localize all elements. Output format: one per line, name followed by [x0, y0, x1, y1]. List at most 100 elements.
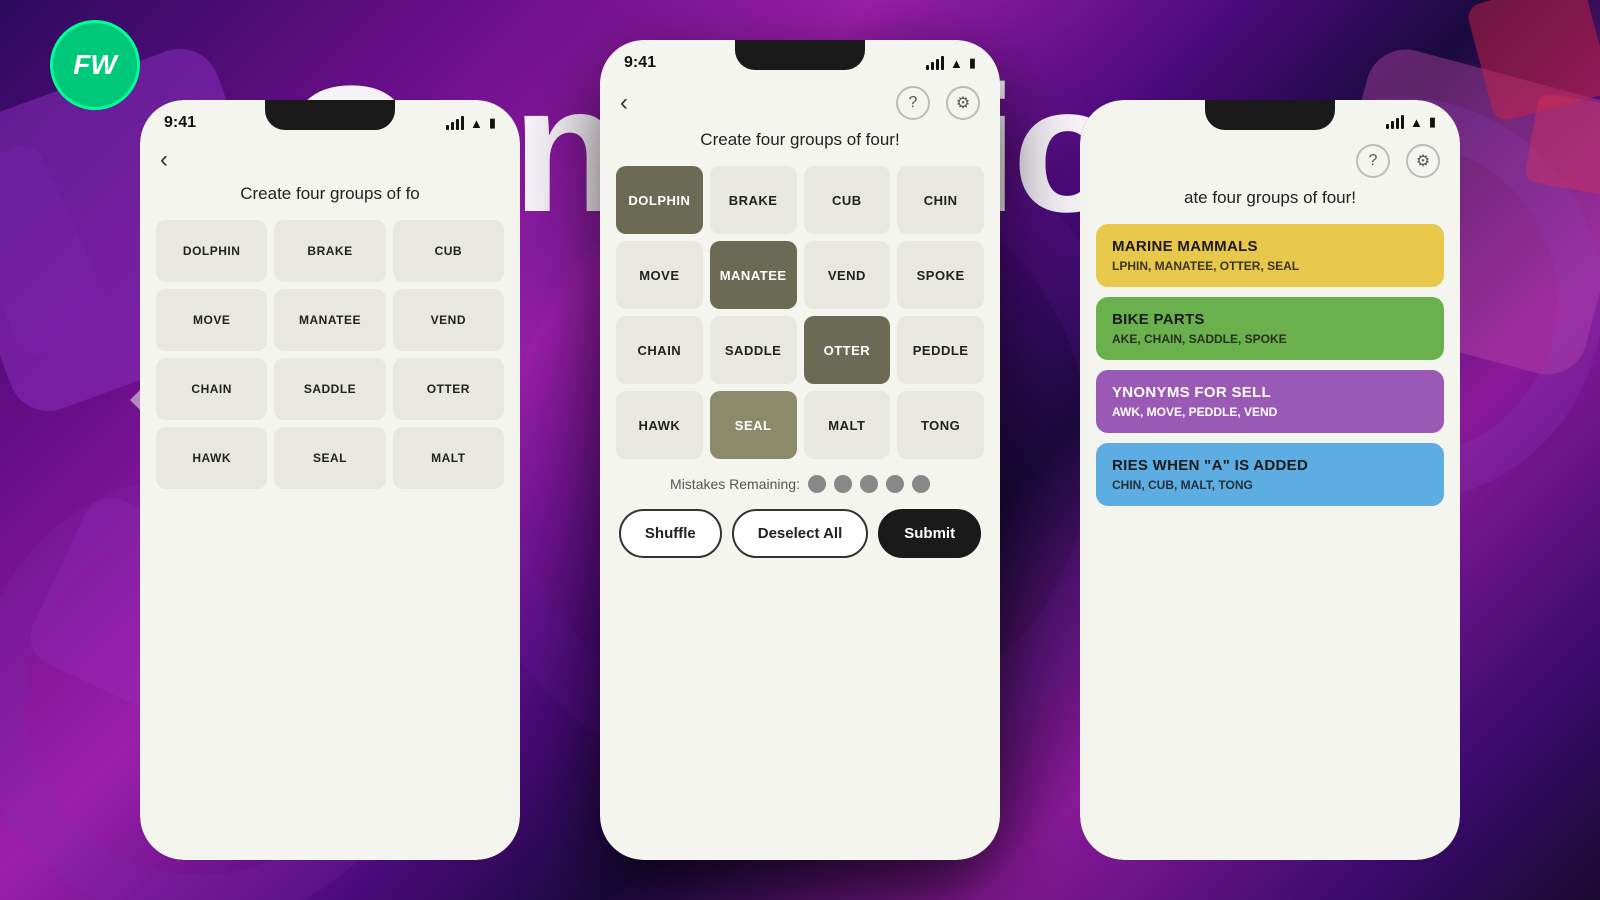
- synonyms-sell-title: YNONYMS FOR SELL: [1112, 384, 1428, 401]
- cries-a-words: CHIN, CUB, MALT, TONG: [1112, 478, 1428, 492]
- left-tile-manatee[interactable]: MANATEE: [274, 289, 385, 351]
- left-wifi-icon: ▲: [470, 116, 483, 131]
- center-phone-screen: 9:41 ▲ ▮ ‹ ? ⚙ Create four groups of: [600, 40, 1000, 860]
- tile-dolphin[interactable]: DOLPHIN: [616, 166, 703, 234]
- marine-mammals-words: LPHIN, MANATEE, OTTER, SEAL: [1112, 259, 1428, 273]
- mistake-dot-5: [912, 475, 930, 493]
- tile-tong[interactable]: TONG: [897, 391, 984, 459]
- tile-seal[interactable]: SEAL: [710, 391, 797, 459]
- right-status-icons: ▲ ▮: [1386, 114, 1436, 130]
- phone-right: ▲ ▮ ? ⚙ ate four groups of four! MARINE …: [1080, 100, 1460, 860]
- center-signal-1: [926, 65, 929, 70]
- tile-chin[interactable]: CHIN: [897, 166, 984, 234]
- result-marine-mammals: MARINE MAMMALS LPHIN, MANATEE, OTTER, SE…: [1096, 224, 1444, 287]
- mistake-dot-2: [834, 475, 852, 493]
- deselect-button[interactable]: Deselect All: [732, 509, 869, 558]
- bike-parts-title: BIKE PARTS: [1112, 311, 1428, 328]
- result-bike-parts: BIKE PARTS AKE, CHAIN, SADDLE, SPOKE: [1096, 297, 1444, 360]
- left-status-icons: ▲ ▮: [446, 115, 496, 131]
- mistake-dot-1: [808, 475, 826, 493]
- left-tile-seal[interactable]: SEAL: [274, 427, 385, 489]
- signal-bar-1: [446, 125, 449, 130]
- tile-brake[interactable]: BRAKE: [710, 166, 797, 234]
- center-signal-4: [941, 56, 944, 70]
- shuffle-button[interactable]: Shuffle: [619, 509, 722, 558]
- left-signal: [446, 116, 464, 130]
- right-notch: [1205, 100, 1335, 130]
- signal-bar-3: [456, 119, 459, 130]
- mistake-dot-3: [860, 475, 878, 493]
- right-battery-icon: ▮: [1429, 114, 1436, 130]
- fw-logo: FW: [50, 20, 140, 110]
- left-tile-saddle[interactable]: SADDLE: [274, 358, 385, 420]
- left-tile-otter[interactable]: OTTER: [393, 358, 504, 420]
- signal-bar-2: [451, 122, 454, 130]
- right-settings-button[interactable]: ⚙: [1406, 144, 1440, 178]
- left-tile-dolphin[interactable]: DOLPHIN: [156, 220, 267, 282]
- result-cries-a-added: RIES WHEN "A" IS ADDED CHIN, CUB, MALT, …: [1096, 443, 1444, 506]
- mistakes-row: Mistakes Remaining:: [616, 475, 984, 493]
- left-tile-vend[interactable]: VEND: [393, 289, 504, 351]
- help-button[interactable]: ?: [896, 86, 930, 120]
- right-help-button[interactable]: ?: [1356, 144, 1390, 178]
- action-buttons: Shuffle Deselect All Submit: [616, 509, 984, 558]
- tile-hawk[interactable]: HAWK: [616, 391, 703, 459]
- tile-saddle[interactable]: SADDLE: [710, 316, 797, 384]
- right-wifi-icon: ▲: [1410, 115, 1423, 130]
- center-game-title: Create four groups of four!: [616, 130, 984, 150]
- center-game-content: Create four groups of four! DOLPHIN BRAK…: [600, 130, 1000, 558]
- center-nav-icons: ? ⚙: [896, 86, 980, 120]
- center-time: 9:41: [624, 54, 656, 72]
- settings-button[interactable]: ⚙: [946, 86, 980, 120]
- left-game-title: Create four groups of fo: [156, 184, 504, 204]
- left-word-grid: DOLPHIN BRAKE CUB MOVE MANATEE VEND CHAI…: [156, 220, 504, 489]
- left-back-button[interactable]: ‹: [160, 146, 168, 174]
- left-battery-icon: ▮: [489, 115, 496, 131]
- tile-chain[interactable]: CHAIN: [616, 316, 703, 384]
- phone-center: 9:41 ▲ ▮ ‹ ? ⚙ Create four groups of: [600, 40, 1000, 860]
- left-tile-chain[interactable]: CHAIN: [156, 358, 267, 420]
- bike-parts-words: AKE, CHAIN, SADDLE, SPOKE: [1112, 332, 1428, 346]
- right-game-content: ate four groups of four! MARINE MAMMALS …: [1080, 188, 1460, 506]
- left-game-content: Create four groups of fo DOLPHIN BRAKE C…: [140, 184, 520, 489]
- cries-a-title: RIES WHEN "A" IS ADDED: [1112, 457, 1428, 474]
- center-signal-3: [936, 59, 939, 70]
- center-status-icons: ▲ ▮: [926, 55, 976, 71]
- center-back-button[interactable]: ‹: [620, 89, 628, 117]
- marine-mammals-title: MARINE MAMMALS: [1112, 238, 1428, 255]
- right-nav-icons: ? ⚙: [1356, 144, 1440, 178]
- tile-move[interactable]: MOVE: [616, 241, 703, 309]
- right-phone-screen: ▲ ▮ ? ⚙ ate four groups of four! MARINE …: [1080, 100, 1460, 860]
- center-signal: [926, 56, 944, 70]
- result-synonyms-sell: YNONYMS FOR SELL AWK, MOVE, PEDDLE, VEND: [1096, 370, 1444, 433]
- right-nav-bar: ? ⚙: [1080, 138, 1460, 188]
- synonyms-sell-words: AWK, MOVE, PEDDLE, VEND: [1112, 405, 1428, 419]
- left-notch: [265, 100, 395, 130]
- tile-cub[interactable]: CUB: [804, 166, 891, 234]
- phone-left: 9:41 ▲ ▮ ‹ Create four groups of fo: [140, 100, 520, 860]
- center-battery-icon: ▮: [969, 55, 976, 71]
- submit-button[interactable]: Submit: [878, 509, 981, 558]
- left-tile-hawk[interactable]: HAWK: [156, 427, 267, 489]
- mistakes-label: Mistakes Remaining:: [670, 476, 800, 492]
- mistake-dot-4: [886, 475, 904, 493]
- right-signal: [1386, 115, 1404, 129]
- tile-malt[interactable]: MALT: [804, 391, 891, 459]
- left-tile-malt[interactable]: MALT: [393, 427, 504, 489]
- left-phone-screen: 9:41 ▲ ▮ ‹ Create four groups of fo: [140, 100, 520, 860]
- tile-spoke[interactable]: SPOKE: [897, 241, 984, 309]
- tile-vend[interactable]: VEND: [804, 241, 891, 309]
- center-signal-2: [931, 62, 934, 70]
- center-word-grid: DOLPHIN BRAKE CUB CHIN MOVE MANATEE VEND…: [616, 166, 984, 459]
- tile-peddle[interactable]: PEDDLE: [897, 316, 984, 384]
- left-time: 9:41: [164, 114, 196, 132]
- center-nav-bar: ‹ ? ⚙: [600, 80, 1000, 130]
- tile-manatee[interactable]: MANATEE: [710, 241, 797, 309]
- left-tile-brake[interactable]: BRAKE: [274, 220, 385, 282]
- center-notch: [735, 40, 865, 70]
- tile-otter[interactable]: OTTER: [804, 316, 891, 384]
- right-game-title: ate four groups of four!: [1096, 188, 1444, 208]
- left-tile-cub[interactable]: CUB: [393, 220, 504, 282]
- center-wifi-icon: ▲: [950, 56, 963, 71]
- left-tile-move[interactable]: MOVE: [156, 289, 267, 351]
